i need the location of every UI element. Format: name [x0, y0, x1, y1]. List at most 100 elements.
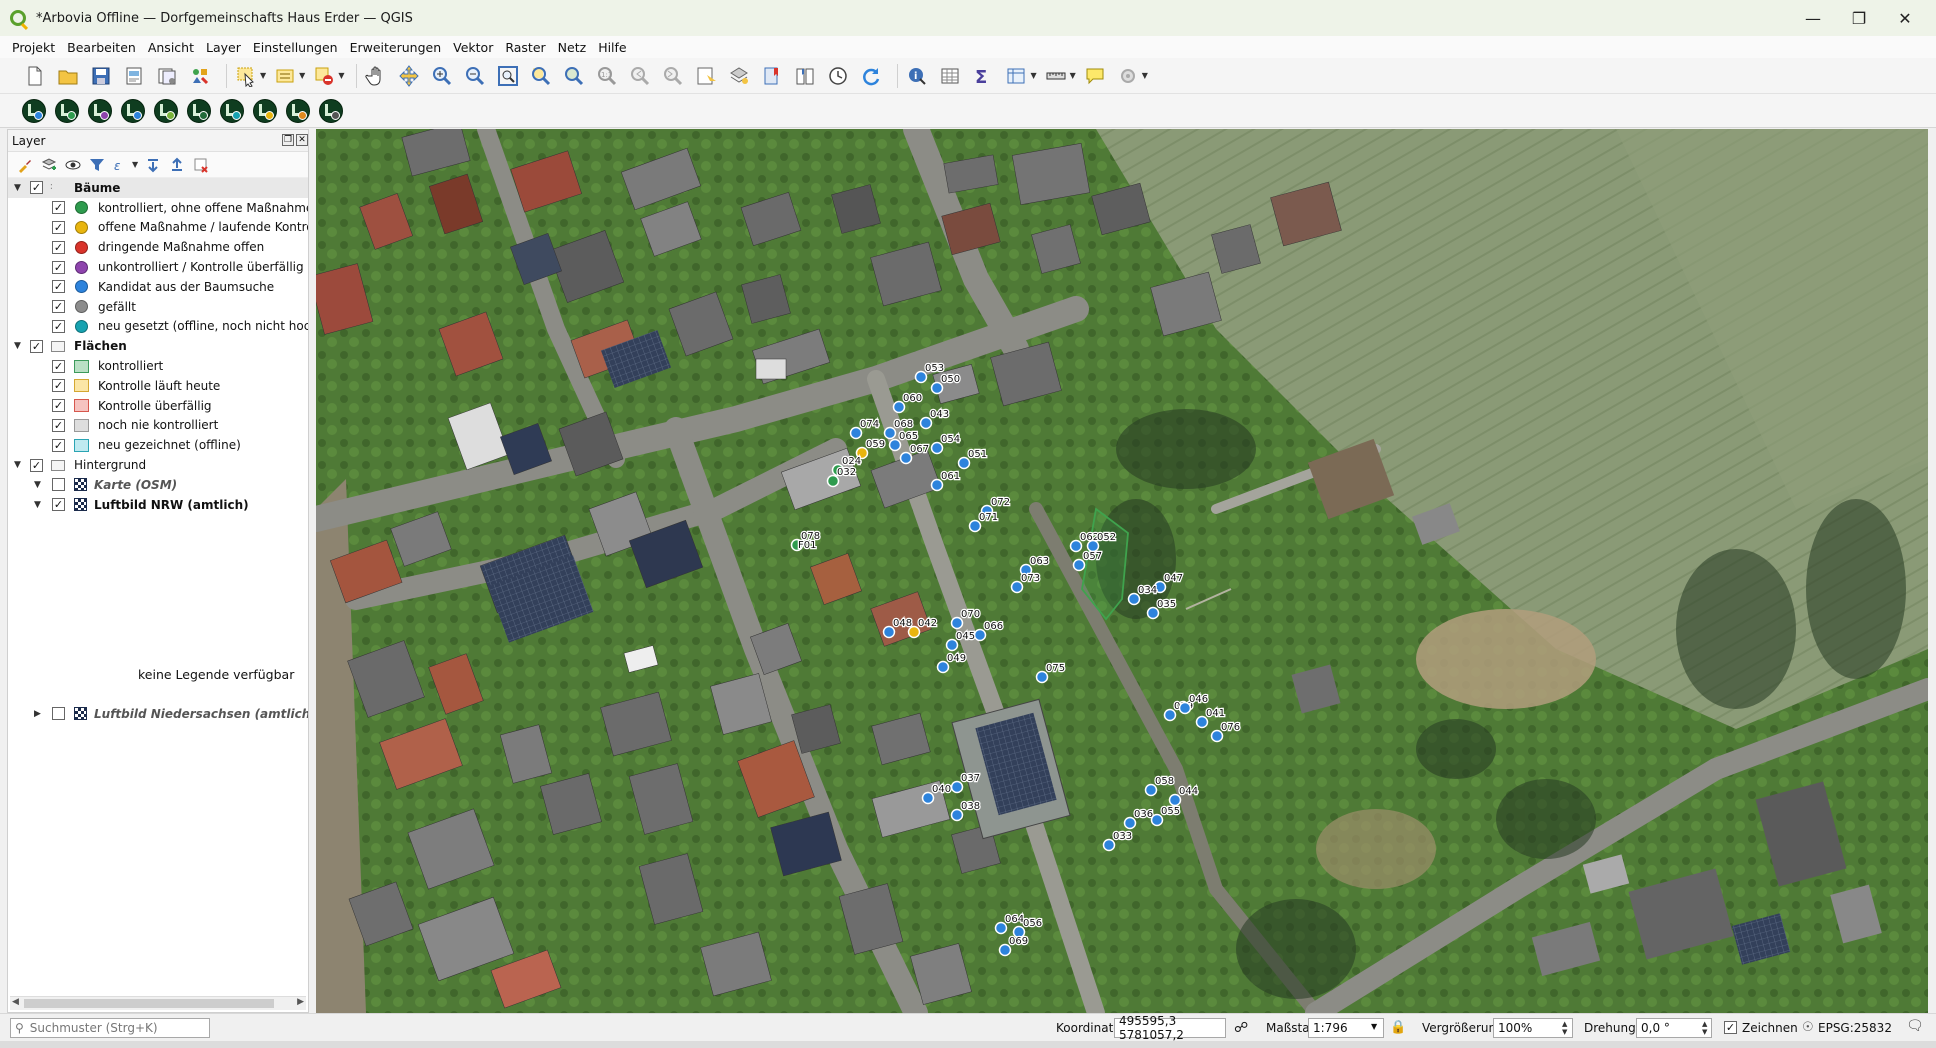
spatial-bookmark-icon[interactable] — [759, 63, 785, 89]
rotation-field[interactable]: 0,0 ° — [1636, 1018, 1712, 1038]
layer-group-flaechen[interactable]: ▼ ✓ Flächen — [8, 336, 308, 356]
class-checkbox[interactable]: ✓ — [52, 220, 65, 234]
gps-settings-icon[interactable] — [1115, 63, 1141, 89]
layer-luftbild-niedersachsen[interactable]: ▶ Luftbild Niedersachsen (amtlich) — [8, 704, 308, 724]
zoom-to-selection-icon[interactable] — [528, 63, 554, 89]
arbovia-tree-control-icon[interactable] — [187, 98, 211, 123]
menu-vektor[interactable]: Vektor — [453, 40, 493, 55]
layer-luftbild-nrw[interactable]: ▼ ✓ Luftbild NRW (amtlich) — [8, 495, 308, 515]
class-checkbox[interactable]: ✓ — [52, 319, 65, 333]
menu-layer[interactable]: Layer — [206, 40, 241, 55]
manage-map-themes-icon[interactable] — [64, 156, 82, 174]
legend-class-flaeche-heute[interactable]: ✓ Kontrolle läuft heute — [8, 376, 308, 396]
select-by-value-icon[interactable] — [272, 63, 298, 89]
arbovia-tree-report-icon[interactable] — [253, 98, 277, 123]
spin-arrows-icon[interactable]: ▲ ▼ — [1702, 1020, 1707, 1036]
collapse-arrow-icon[interactable]: ▼ — [14, 183, 21, 193]
filter-legend-icon[interactable] — [88, 156, 106, 174]
class-checkbox[interactable]: ✓ — [52, 201, 65, 215]
expand-all-icon[interactable] — [144, 156, 162, 174]
layer-checkbox[interactable]: ✓ — [30, 458, 43, 472]
crs-label[interactable]: EPSG:25832 — [1818, 1021, 1892, 1035]
collapse-arrow-icon[interactable]: ▼ — [14, 460, 21, 470]
spin-arrows-icon[interactable]: ▲ ▼ — [1562, 1020, 1567, 1036]
arbovia-tree-sync-icon[interactable] — [220, 98, 244, 123]
show-bookmarks-icon[interactable] — [792, 63, 818, 89]
arbovia-settings-icon[interactable] — [319, 98, 343, 123]
zoom-out-icon[interactable] — [462, 63, 488, 89]
add-group-icon[interactable] — [40, 156, 58, 174]
menu-raster[interactable]: Raster — [505, 40, 545, 55]
coordinate-field[interactable]: 495595,3 5781057,2 — [1114, 1014, 1226, 1042]
layer-checkbox[interactable]: ✓ — [30, 181, 43, 195]
arbovia-tree-search-icon[interactable] — [121, 98, 145, 123]
arbovia-tree-check-icon[interactable] — [55, 98, 79, 123]
legend-class-flaeche-neu[interactable]: ✓ neu gezeichnet (offline) — [8, 435, 308, 455]
zoom-full-icon[interactable] — [495, 63, 521, 89]
map-tips-icon[interactable] — [726, 63, 752, 89]
save-project-icon[interactable] — [88, 63, 114, 89]
attribute-table-icon[interactable] — [937, 63, 963, 89]
legend-class-gefaellt[interactable]: ✓ gefällt — [8, 297, 308, 317]
open-project-icon[interactable] — [55, 63, 81, 89]
map-canvas[interactable]: 053 050 060 043 074 068 065 054 059 067 051 024 032 0… — [316, 129, 1928, 1013]
legend-class-flaeche-nie[interactable]: ✓ noch nie kontrolliert — [8, 416, 308, 436]
refresh-icon[interactable] — [858, 63, 884, 89]
dropdown-arrow-icon[interactable]: ▼ — [1142, 71, 1148, 80]
toggle-extents-icon[interactable]: ☍ — [1234, 1020, 1248, 1036]
legend-class-neu-gesetzt[interactable]: ✓ neu gesetzt (offline, noch nicht hochg… — [8, 317, 308, 337]
open-field-calculator-icon[interactable] — [1003, 63, 1029, 89]
menu-projekt[interactable]: Projekt — [12, 40, 55, 55]
pan-map-icon[interactable] — [363, 63, 389, 89]
layer-checkbox[interactable] — [52, 707, 65, 721]
collapse-all-icon[interactable] — [168, 156, 186, 174]
arbovia-tree-remove-icon[interactable] — [88, 98, 112, 123]
legend-class-flaeche-kontrolliert[interactable]: ✓ kontrolliert — [8, 356, 308, 376]
statistics-icon[interactable]: Σ — [970, 63, 996, 89]
arbovia-tree-add-icon[interactable] — [22, 98, 46, 123]
style-manager-icon[interactable] — [187, 63, 213, 89]
menu-bearbeiten[interactable]: Bearbeiten — [67, 40, 136, 55]
dropdown-arrow-icon[interactable]: ▼ — [1030, 71, 1036, 80]
locator-search-input[interactable]: ⚲ Suchmuster (Strg+K) — [10, 1018, 210, 1038]
new-bookmark-icon[interactable] — [693, 63, 719, 89]
layer-checkbox[interactable]: ✓ — [52, 498, 65, 512]
scale-dropdown-icon[interactable]: ▼ — [1371, 1022, 1377, 1031]
zoom-next-icon[interactable] — [660, 63, 686, 89]
dropdown-arrow-icon[interactable]: ▼ — [338, 71, 344, 80]
identify-features-icon[interactable]: i — [904, 63, 930, 89]
scroll-left-icon[interactable]: ◀ — [12, 997, 19, 1007]
class-checkbox[interactable]: ✓ — [52, 300, 65, 314]
render-checkbox[interactable]: ✓ — [1724, 1021, 1737, 1034]
temporal-controller-icon[interactable] — [825, 63, 851, 89]
new-project-icon[interactable] — [22, 63, 48, 89]
minimize-icon[interactable]: — — [1790, 0, 1836, 36]
select-features-icon[interactable] — [233, 63, 259, 89]
zoom-native-icon[interactable]: 1:1 — [594, 63, 620, 89]
close-panel-icon[interactable]: ✕ — [296, 134, 308, 146]
float-panel-icon[interactable]: ❐ — [282, 134, 294, 146]
layout-manager-icon[interactable] — [154, 63, 180, 89]
map-tips-bubble-icon[interactable] — [1082, 63, 1108, 89]
magnifier-field[interactable]: 100% — [1493, 1018, 1573, 1038]
dropdown-arrow-icon[interactable]: ▼ — [260, 71, 266, 80]
remove-layer-icon[interactable] — [192, 156, 210, 174]
menu-einstellungen[interactable]: Einstellungen — [253, 40, 338, 55]
menu-erweiterungen[interactable]: Erweiterungen — [350, 40, 442, 55]
deselect-features-icon[interactable] — [311, 63, 337, 89]
legend-class-dringend[interactable]: ✓ dringende Maßnahme offen — [8, 237, 308, 257]
arbovia-tree-warning-icon[interactable] — [286, 98, 310, 123]
class-checkbox[interactable]: ✓ — [52, 359, 65, 373]
zoom-to-layer-icon[interactable] — [561, 63, 587, 89]
crs-globe-icon[interactable]: ☉ — [1802, 1020, 1814, 1035]
arbovia-tree-edit-icon[interactable] — [154, 98, 178, 123]
open-layer-styling-icon[interactable] — [16, 156, 34, 174]
measure-line-icon[interactable] — [1043, 63, 1069, 89]
dropdown-arrow-icon[interactable]: ▼ — [299, 71, 305, 80]
class-checkbox[interactable]: ✓ — [52, 399, 65, 413]
legend-class-kontrolliert[interactable]: ✓ kontrolliert, ohne offene Maßnahme — [8, 198, 308, 218]
legend-class-kandidat[interactable]: ✓ Kandidat aus der Baumsuche — [8, 277, 308, 297]
lock-scale-icon[interactable]: 🔒 — [1390, 1020, 1406, 1035]
new-print-layout-icon[interactable] — [121, 63, 147, 89]
layer-checkbox[interactable] — [52, 478, 65, 492]
